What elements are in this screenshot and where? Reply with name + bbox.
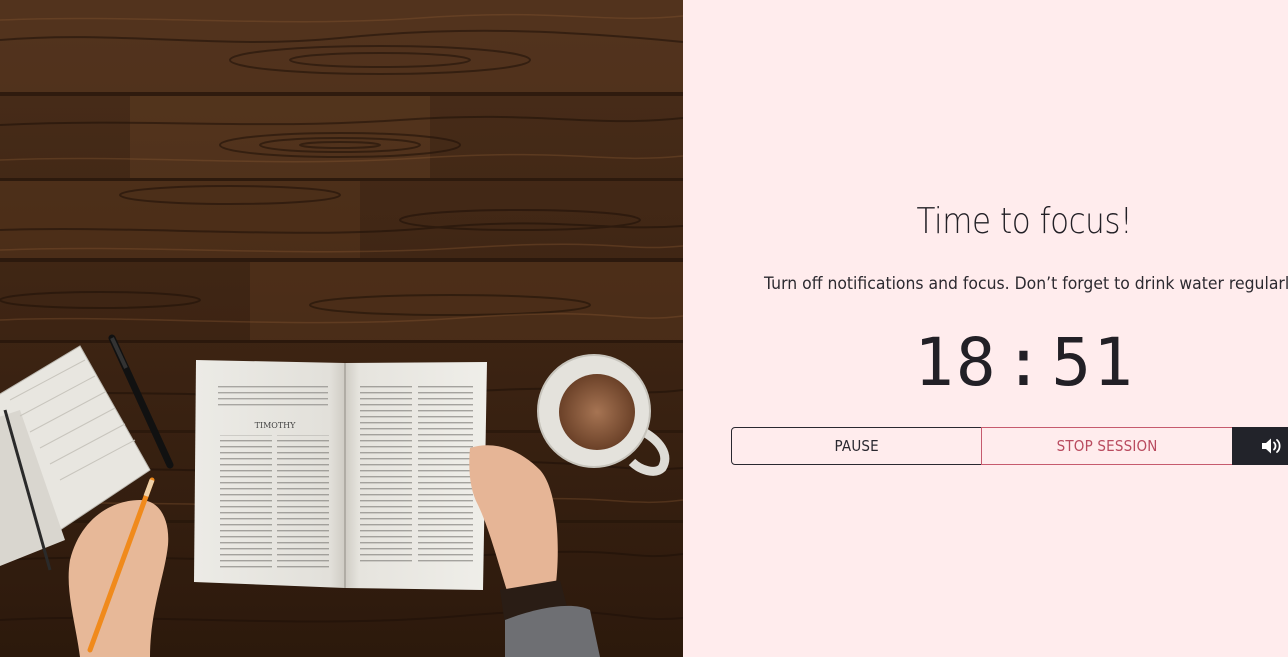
sound-toggle-button[interactable] xyxy=(1232,427,1288,465)
focus-panel: Time to focus! Turn off notifications an… xyxy=(683,0,1288,657)
page-title: Time to focus! xyxy=(916,201,1133,242)
background-photo: TIMOTHY xyxy=(0,0,683,657)
stop-session-button-label: STOP SESSION xyxy=(1056,437,1158,455)
stop-session-button[interactable]: STOP SESSION xyxy=(981,427,1233,465)
volume-up-icon xyxy=(1261,437,1283,455)
focus-message: Turn off notifications and focus. Don’t … xyxy=(764,274,1288,294)
focus-screen: TIMOTHY Time to focus! Turn off notifica… xyxy=(0,0,1288,657)
timer-separator: : xyxy=(1003,324,1046,401)
timer-seconds: 51 xyxy=(1051,324,1135,401)
svg-text:TIMOTHY: TIMOTHY xyxy=(255,421,297,430)
pause-button[interactable]: PAUSE xyxy=(731,427,982,465)
session-controls: PAUSE STOP SESSION xyxy=(731,427,1288,465)
timer-minutes: 18 xyxy=(914,324,998,401)
pause-button-label: PAUSE xyxy=(834,437,879,455)
countdown-timer: 18:51 xyxy=(683,323,1288,403)
